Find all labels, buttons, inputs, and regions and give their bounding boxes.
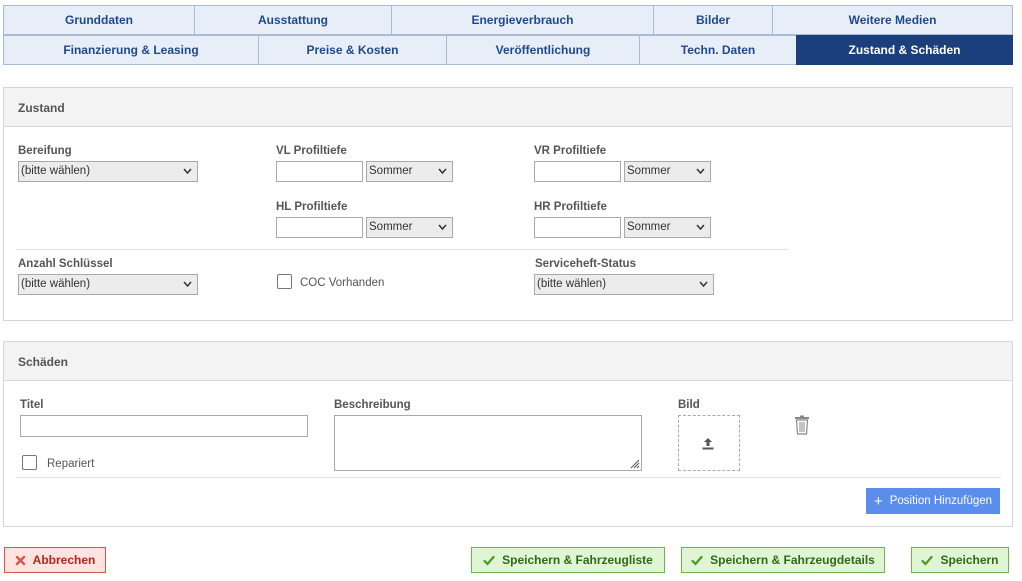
tab-techn-daten[interactable]: Techn. Daten [639,35,797,65]
chevron-down-icon [183,168,192,175]
bereifung-select[interactable]: (bitte wählen) [18,161,198,182]
chevron-down-icon [696,224,705,231]
plus-icon: + [873,492,883,510]
bereifung-label: Bereifung [18,145,72,157]
hr-profiltiefe-input[interactable] [534,217,621,238]
vr-profiltiefe-label: VR Profiltiefe [534,145,607,157]
save-label: Speichern [940,553,999,567]
serviceheft-status-select[interactable]: (bitte wählen) [534,274,714,295]
tab-grunddaten[interactable]: Grunddaten [3,5,195,35]
divider [16,249,789,250]
cancel-button[interactable]: Abbrechen [4,547,106,573]
tab-weitere-medien[interactable]: Weitere Medien [772,5,1013,35]
checkmark-icon [483,555,495,566]
anzahl-schluessel-select[interactable]: (bitte wählen) [18,274,198,295]
chevron-down-icon [696,168,705,175]
anzahl-schluessel-label: Anzahl Schlüssel [18,258,113,270]
vl-profiltiefe-label: VL Profiltiefe [276,145,347,157]
chevron-down-icon [699,281,708,288]
serviceheft-status-value: (bitte wählen) [537,278,607,290]
vl-profiltiefe-input[interactable] [276,161,363,182]
cancel-label: Abbrechen [32,553,96,567]
tab-preise-kosten[interactable]: Preise & Kosten [258,35,447,65]
add-position-button[interactable]: + Position Hinzufügen [866,488,1000,514]
schaeden-heading: Schäden [4,342,1012,381]
tab-finanzierung-leasing[interactable]: Finanzierung & Leasing [3,35,259,65]
tab-zustand-schaeden[interactable]: Zustand & Schäden [796,35,1013,65]
titel-label: Titel [20,399,44,411]
chevron-down-icon [438,224,447,231]
upload-icon [702,438,714,450]
resize-handle-icon[interactable] [628,457,640,469]
repariert-label: Repariert [47,458,95,470]
tab-ausstattung[interactable]: Ausstattung [194,5,392,35]
checkmark-icon [921,555,934,566]
checkmark-icon [691,555,703,566]
add-position-label: Position Hinzufügen [889,495,993,507]
beschreibung-label: Beschreibung [334,399,411,411]
serviceheft-status-label: Serviceheft-Status [535,258,636,270]
vr-season-select[interactable]: Sommer [624,161,711,182]
hr-profiltiefe-label: HR Profiltiefe [534,201,607,213]
hr-season-select[interactable]: Sommer [624,217,711,238]
repariert-checkbox[interactable] [22,455,37,470]
zustand-heading: Zustand [4,88,1012,127]
save-list-label: Speichern & Fahrzeugliste [502,553,653,567]
hr-season-value: Sommer [627,221,671,233]
titel-input[interactable] [20,415,308,437]
coc-checkbox[interactable] [277,274,292,289]
hl-season-value: Sommer [369,221,413,233]
vl-season-select[interactable]: Sommer [366,161,453,182]
tab-energieverbrauch[interactable]: Energieverbrauch [391,5,654,35]
vr-profiltiefe-input[interactable] [534,161,621,182]
anzahl-schluessel-value: (bitte wählen) [21,278,91,290]
close-icon [15,555,25,565]
hl-profiltiefe-label: HL Profiltiefe [276,201,348,213]
bereifung-value: (bitte wählen) [21,165,91,177]
vl-season-value: Sommer [369,165,413,177]
bild-label: Bild [678,399,700,411]
coc-label: COC Vorhanden [300,277,385,289]
save-details-button[interactable]: Speichern & Fahrzeugdetails [681,547,885,573]
tab-bilder[interactable]: Bilder [653,5,773,35]
divider [16,477,1001,478]
hl-profiltiefe-input[interactable] [276,217,363,238]
trash-icon[interactable] [794,415,810,435]
vr-season-value: Sommer [627,165,671,177]
save-details-label: Speichern & Fahrzeugdetails [710,553,875,567]
save-button[interactable]: Speichern [911,547,1009,573]
bild-upload[interactable] [678,415,740,471]
chevron-down-icon [438,168,447,175]
save-list-button[interactable]: Speichern & Fahrzeugliste [471,547,665,573]
beschreibung-textarea[interactable] [334,415,642,471]
tab-veroeffentlichung[interactable]: Veröffentlichung [446,35,640,65]
chevron-down-icon [183,281,192,288]
hl-season-select[interactable]: Sommer [366,217,453,238]
